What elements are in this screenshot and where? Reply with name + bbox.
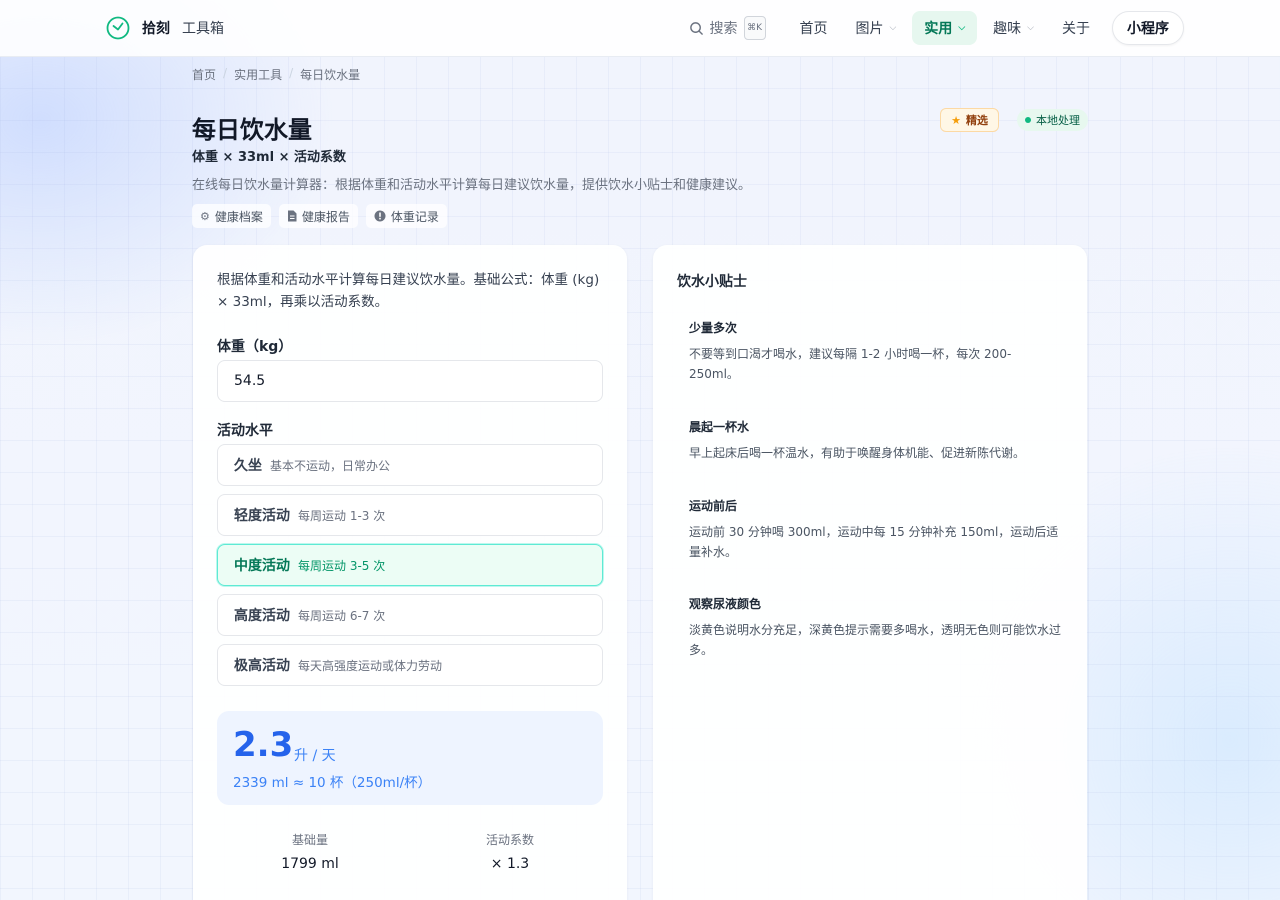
breadcrumb-current: 每日饮水量: [300, 68, 361, 82]
featured-badge-label: 精选: [966, 114, 988, 127]
breadcrumb-home[interactable]: 首页: [192, 66, 216, 83]
gear-icon: ⚙: [200, 209, 210, 223]
nav-fun-label: 趣味: [993, 21, 1022, 37]
search-shortcut: ⌘K: [743, 16, 766, 40]
tip-heading: 晨起一杯水: [689, 420, 750, 434]
calculator-card: 根据体重和活动水平计算每日建议饮水量。基础公式：体重 (kg) × 33ml，再…: [193, 245, 627, 900]
breadcrumb-separator: /: [223, 66, 228, 80]
local-badge-label: 本地处理: [1036, 114, 1080, 127]
activity-name: 极高活动: [234, 658, 290, 674]
result-detail: 2339 ml ≈ 10 杯（250ml/杯）: [233, 775, 432, 791]
search-icon: [689, 21, 703, 35]
tip-heading: 运动前后: [689, 499, 738, 513]
activity-factor-value: × 1.3: [490, 856, 530, 872]
nav-utility-label: 实用: [924, 21, 953, 37]
activity-name: 中度活动: [234, 558, 290, 574]
tips-title: 饮水小贴士: [677, 274, 747, 290]
activity-factor-label: 活动系数: [485, 833, 534, 847]
result-unit: 升 / 天: [294, 748, 336, 764]
activity-level-label: 活动水平: [217, 423, 273, 439]
nav-fun[interactable]: 趣味 ⌵: [981, 11, 1046, 45]
link-weight-record[interactable]: 体重记录: [365, 204, 447, 228]
activity-hint: 每周运动 1-3 次: [298, 508, 386, 523]
search-label: 搜索: [709, 21, 738, 37]
main-nav: 搜索 ⌘K 首页 图片 ⌵ 实用 ⌵ 趣味 ⌵ 关于 小程序: [683, 11, 1184, 45]
brand-subtitle: 工具箱: [182, 21, 224, 37]
base-amount-value: 1799 ml: [281, 856, 339, 872]
activity-hint: 每天高强度运动或体力劳动: [298, 658, 443, 673]
tips-card: 饮水小贴士 少量多次 不要等到口渴才喝水，建议每隔 1-2 小时喝一杯，每次 2…: [653, 245, 1087, 900]
tip-heading: 少量多次: [689, 321, 738, 335]
tip-item: 观察尿液颜色 淡黄色说明水分充足，深黄色提示需要多喝水，透明无色则可能饮水过多。: [689, 595, 1061, 660]
breadcrumb-separator: /: [289, 66, 294, 80]
activity-option-moderate[interactable]: 中度活动 每周运动 3-5 次: [217, 544, 603, 586]
link-health-report[interactable]: 健康报告: [278, 204, 358, 228]
related-links: ⚙ 健康档案 健康报告 体重记录: [192, 204, 455, 228]
formula-subtitle: 体重 × 33ml × 活动系数: [192, 150, 346, 165]
page-description: 在线每日饮水量计算器：根据体重和活动水平计算每日建议饮水量，提供饮水小贴士和健康…: [192, 178, 752, 193]
weight-label: 体重（kg）: [217, 339, 293, 355]
activity-hint: 基本不运动，日常办公: [270, 458, 391, 473]
link-weight-record-label: 体重记录: [390, 209, 439, 224]
breadcrumb: 首页 / 实用工具 / 每日饮水量: [192, 66, 360, 83]
document-icon: [287, 210, 297, 222]
nav-about[interactable]: 关于: [1050, 11, 1102, 45]
tip-heading: 观察尿液颜色: [689, 597, 762, 611]
activity-factor-stat: 活动系数 × 1.3: [430, 831, 590, 872]
chevron-down-icon: ⌵: [1027, 23, 1034, 33]
nav-images-label: 图片: [855, 21, 884, 37]
link-health-report-label: 健康报告: [301, 209, 350, 224]
tip-body: 运动前 30 分钟喝 300ml，运动中每 15 分钟补充 150ml，运动后适…: [689, 525, 1059, 559]
result-panel: 2.3 升 / 天 2339 ml ≈ 10 杯（250ml/杯）: [217, 711, 603, 805]
activity-hint: 每周运动 6-7 次: [298, 608, 386, 623]
top-navigation-bar: 拾刻 工具箱 搜索 ⌘K 首页 图片 ⌵ 实用 ⌵ 趣味 ⌵ 关于 小程序: [0, 0, 1280, 57]
activity-option-high[interactable]: 高度活动 每周运动 6-7 次: [217, 594, 603, 636]
activity-option-light[interactable]: 轻度活动 每周运动 1-3 次: [217, 494, 603, 536]
status-dot: [1025, 117, 1031, 123]
tip-item: 运动前后 运动前 30 分钟喝 300ml，运动中每 15 分钟补充 150ml…: [689, 497, 1061, 562]
search-button[interactable]: 搜索 ⌘K: [683, 12, 772, 44]
tip-item: 晨起一杯水 早上起床后喝一杯温水，有助于唤醒身体机能、促进新陈代谢。: [689, 418, 1061, 463]
activity-option-extreme[interactable]: 极高活动 每天高强度运动或体力劳动: [217, 644, 603, 686]
tip-item: 少量多次 不要等到口渴才喝水，建议每隔 1-2 小时喝一杯，每次 200-250…: [689, 319, 1061, 384]
chevron-down-icon: ⌵: [958, 23, 966, 33]
activity-name: 高度活动: [234, 608, 290, 624]
activity-name: 轻度活动: [234, 508, 290, 524]
tip-body: 不要等到口渴才喝水，建议每隔 1-2 小时喝一杯，每次 200-250ml。: [689, 347, 1012, 381]
nav-home-label: 首页: [799, 21, 828, 37]
page-title: 每日饮水量: [192, 116, 312, 144]
nav-images[interactable]: 图片 ⌵: [844, 11, 909, 45]
brand[interactable]: 拾刻 工具箱: [106, 14, 224, 42]
tip-body: 早上起床后喝一杯温水，有助于唤醒身体机能、促进新陈代谢。: [689, 446, 1026, 460]
result-liters: 2.3: [233, 725, 294, 765]
activity-option-sedentary[interactable]: 久坐 基本不运动，日常办公: [217, 444, 603, 486]
mini-program-button[interactable]: 小程序: [1112, 11, 1184, 45]
clock-logo-icon: [106, 16, 130, 40]
nav-utility[interactable]: 实用 ⌵: [912, 11, 978, 45]
activity-hint: 每周运动 3-5 次: [298, 558, 386, 573]
calculator-intro: 根据体重和活动水平计算每日建议饮水量。基础公式：体重 (kg) × 33ml，再…: [217, 272, 600, 310]
nav-home[interactable]: 首页: [788, 11, 840, 45]
activity-name: 久坐: [234, 458, 262, 474]
brand-name: 拾刻: [142, 21, 170, 37]
local-processing-badge: 本地处理: [1017, 109, 1088, 131]
weight-input[interactable]: [217, 360, 603, 402]
base-amount-stat: 基础量 1799 ml: [230, 831, 390, 872]
link-health-profile-label: 健康档案: [214, 209, 263, 224]
chevron-down-icon: ⌵: [889, 23, 897, 33]
featured-badge: ★ 精选: [940, 108, 999, 132]
link-health-profile[interactable]: ⚙ 健康档案: [192, 204, 271, 228]
badges: ★ 精选 本地处理: [940, 108, 1088, 132]
base-amount-label: 基础量: [291, 833, 328, 847]
breadcrumb-utility-tools[interactable]: 实用工具: [234, 66, 282, 83]
star-icon: ★: [951, 113, 961, 127]
alert-circle-icon: [374, 210, 386, 222]
tip-body: 淡黄色说明水分充足，深黄色提示需要多喝水，透明无色则可能饮水过多。: [689, 623, 1062, 657]
nav-about-label: 关于: [1062, 21, 1090, 37]
